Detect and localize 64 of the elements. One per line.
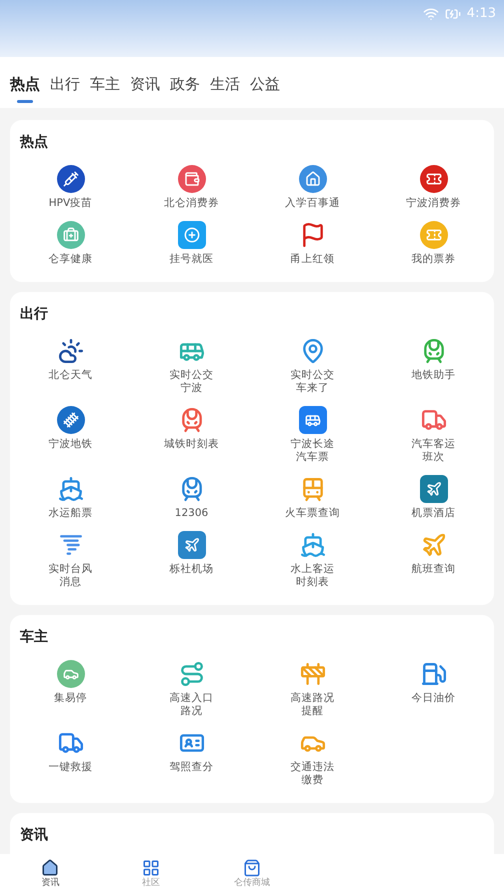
service-shortcut[interactable]: 挂号就医 <box>131 220 252 266</box>
plane-icon <box>420 474 448 502</box>
house-icon <box>298 164 326 192</box>
plus-icon <box>178 220 206 248</box>
service-shortcut[interactable]: 甬上红领 <box>252 220 373 266</box>
wallet-icon <box>178 164 206 192</box>
service-shortcut[interactable]: 我的票券 <box>373 220 494 266</box>
weather-icon <box>56 336 84 364</box>
service-shortcut[interactable]: 北仑消费券 <box>131 164 252 210</box>
service-shortcut[interactable]: 高速路况提醒 <box>252 660 373 718</box>
service-shortcut[interactable]: 栎社机场 <box>131 530 252 588</box>
grid-icon <box>142 859 160 878</box>
service-shortcut[interactable]: 水上客运时刻表 <box>252 530 373 588</box>
medical-kit-icon <box>56 220 84 248</box>
shopping-bag-icon <box>242 859 261 878</box>
category-tab[interactable]: 车主 <box>90 73 120 100</box>
category-tab[interactable]: 政务 <box>170 73 200 100</box>
service-shortcut[interactable]: 一键救援 <box>10 728 131 786</box>
service-shortcut[interactable]: 水运船票 <box>10 474 131 520</box>
service-shortcut[interactable]: 汽车客运班次 <box>373 406 494 464</box>
bus-icon <box>298 406 326 434</box>
category-tab[interactable]: 出行 <box>50 73 80 100</box>
service-shortcut[interactable]: 交通违法缴费 <box>252 728 373 786</box>
service-shortcut[interactable]: 实时台风消息 <box>10 530 131 588</box>
railway-icon <box>56 406 84 434</box>
section-title: 资讯 <box>19 826 49 844</box>
service-shortcut[interactable]: 集易停 <box>10 660 131 718</box>
service-shortcut[interactable]: 北仑天气 <box>10 336 131 394</box>
service-shortcut[interactable]: 入学百事通 <box>252 164 373 210</box>
category-tab[interactable]: 热点 <box>10 73 40 100</box>
service-shortcut[interactable]: 宁波长途汽车票 <box>252 406 373 464</box>
plane-icon <box>178 530 206 558</box>
category-tab[interactable]: 资讯 <box>130 73 160 100</box>
service-shortcut[interactable]: 高速入口路况 <box>131 660 252 718</box>
service-shortcut[interactable]: 实时公交车来了 <box>252 336 373 394</box>
service-shortcut[interactable]: 驾照查分 <box>131 728 252 786</box>
service-shortcut[interactable]: 地铁助手 <box>373 336 494 394</box>
service-shortcut[interactable]: HPV疫苗 <box>10 164 131 210</box>
category-tab[interactable]: 生活 <box>210 73 240 100</box>
car-icon <box>56 660 84 688</box>
service-shortcut[interactable]: 12306 <box>131 474 252 520</box>
service-shortcut[interactable]: 实时公交宁波 <box>131 336 252 394</box>
ticket-icon <box>420 220 448 248</box>
service-shortcut[interactable]: 火车票查询 <box>252 474 373 520</box>
clock-time: 4:13 <box>466 5 496 23</box>
service-shortcut[interactable]: 城铁时刻表 <box>131 406 252 464</box>
service-shortcut[interactable]: 宁波地铁 <box>10 406 131 464</box>
service-shortcut[interactable]: 航班查询 <box>373 530 494 588</box>
service-shortcut[interactable]: 今日油价 <box>373 660 494 718</box>
ship-icon <box>298 530 326 558</box>
service-shortcut[interactable]: 宁波消费券 <box>373 164 494 210</box>
tab-indicator <box>17 100 33 102</box>
section-title: 出行 <box>19 304 49 324</box>
section-title: 车主 <box>19 628 49 646</box>
category-tab[interactable]: 公益 <box>250 73 280 100</box>
nav-item[interactable]: 资讯 <box>0 854 101 896</box>
service-shortcut[interactable]: 机票酒店 <box>373 474 494 520</box>
syringe-icon <box>56 164 84 192</box>
section-title: 热点 <box>18 132 49 152</box>
ship-icon <box>56 474 84 502</box>
ticket-icon <box>420 164 448 192</box>
service-shortcut[interactable]: 仑享健康 <box>10 220 131 266</box>
wifi-icon <box>422 6 439 22</box>
home-icon <box>41 859 60 878</box>
